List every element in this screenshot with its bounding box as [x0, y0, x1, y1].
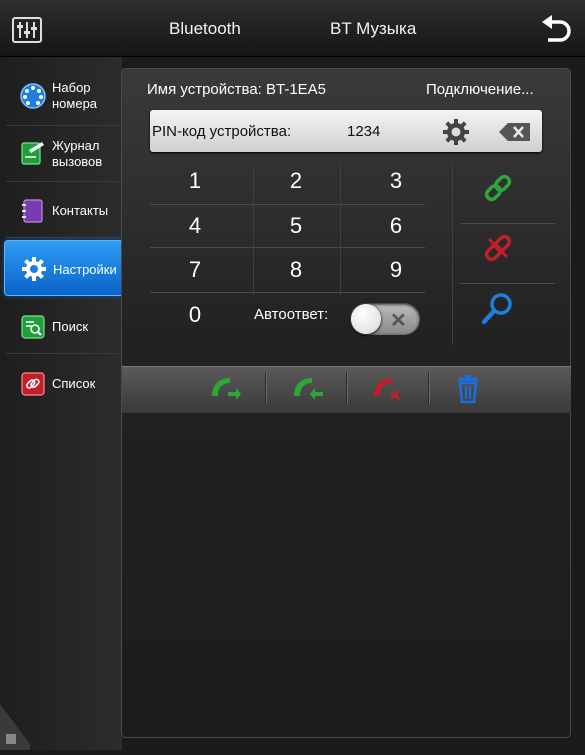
key-2[interactable]: 2	[253, 161, 339, 201]
tab-bt-music[interactable]: BT Музыка	[330, 19, 416, 39]
dial-icon	[20, 83, 46, 109]
connect-link-icon[interactable]	[481, 171, 515, 205]
settings-gear-icon	[21, 256, 47, 282]
sidebar-item-search[interactable]: Поиск	[6, 298, 122, 354]
key-9[interactable]: 9	[353, 250, 439, 290]
equalizer-icon[interactable]	[12, 17, 42, 43]
toolbar-separator	[265, 372, 267, 404]
autoanswer-toggle[interactable]: ✕	[350, 303, 420, 335]
toggle-off-icon: ✕	[390, 310, 407, 332]
keypad-divider	[150, 247, 425, 248]
sidebar-item-settings[interactable]: Настройки	[4, 240, 124, 296]
key-0[interactable]: 0	[152, 295, 238, 335]
gear-icon[interactable]	[442, 118, 470, 146]
contacts-icon	[20, 198, 46, 224]
keypad-divider	[150, 292, 425, 293]
trash-icon[interactable]	[454, 374, 488, 404]
backspace-icon[interactable]	[498, 121, 532, 143]
tab-bluetooth[interactable]: Bluetooth	[169, 19, 241, 39]
sidebar-item-dial[interactable]: Набор номера	[6, 70, 122, 126]
key-3[interactable]: 3	[353, 161, 439, 201]
toolbar-separator	[428, 372, 430, 404]
key-6[interactable]: 6	[353, 206, 439, 246]
sidebar-item-contacts[interactable]: Контакты	[6, 182, 122, 238]
sidebar-item-label: Настройки	[53, 262, 117, 277]
sidebar-item-label: Журнал вызовов	[52, 138, 103, 169]
actions-divider	[452, 165, 453, 345]
sidebar-item-label: Набор номера	[52, 80, 98, 111]
keypad-divider	[150, 204, 425, 205]
top-bar	[0, 0, 585, 57]
key-5[interactable]: 5	[253, 206, 339, 246]
sidebar-item-list[interactable]: Список	[6, 355, 122, 411]
device-name: Имя устройства: BT-1EA5	[147, 81, 327, 98]
actions-divider	[460, 223, 555, 224]
sidebar-item-call-log[interactable]: Журнал вызовов	[6, 126, 122, 182]
sidebar-item-label: Поиск	[52, 319, 89, 334]
toolbar-separator	[346, 372, 348, 404]
incoming-call-icon[interactable]	[290, 374, 324, 404]
disconnect-link-icon[interactable]	[481, 231, 515, 265]
key-4[interactable]: 4	[152, 206, 238, 246]
back-arrow-icon[interactable]	[540, 14, 574, 46]
search-icon	[20, 314, 46, 340]
pin-label: PIN-код устройства:	[152, 123, 292, 140]
key-1[interactable]: 1	[152, 161, 238, 201]
connection-status: Подключение...	[426, 81, 534, 98]
toggle-knob	[351, 304, 381, 334]
keypad-divider	[340, 165, 341, 295]
missed-call-icon[interactable]	[370, 374, 404, 404]
pin-value[interactable]: 1234	[347, 123, 380, 140]
search-device-icon[interactable]	[481, 291, 515, 325]
key-7[interactable]: 7	[152, 250, 238, 290]
call-log-icon	[20, 140, 46, 166]
outgoing-call-icon[interactable]	[208, 374, 242, 404]
corner-indicator	[0, 704, 30, 750]
sidebar-item-label: Список	[52, 376, 96, 391]
autoanswer-label: Автоответ:	[254, 306, 329, 323]
key-8[interactable]: 8	[253, 250, 339, 290]
actions-divider	[460, 283, 555, 284]
sidebar-item-label: Контакты	[52, 203, 109, 218]
list-link-icon	[20, 371, 46, 397]
